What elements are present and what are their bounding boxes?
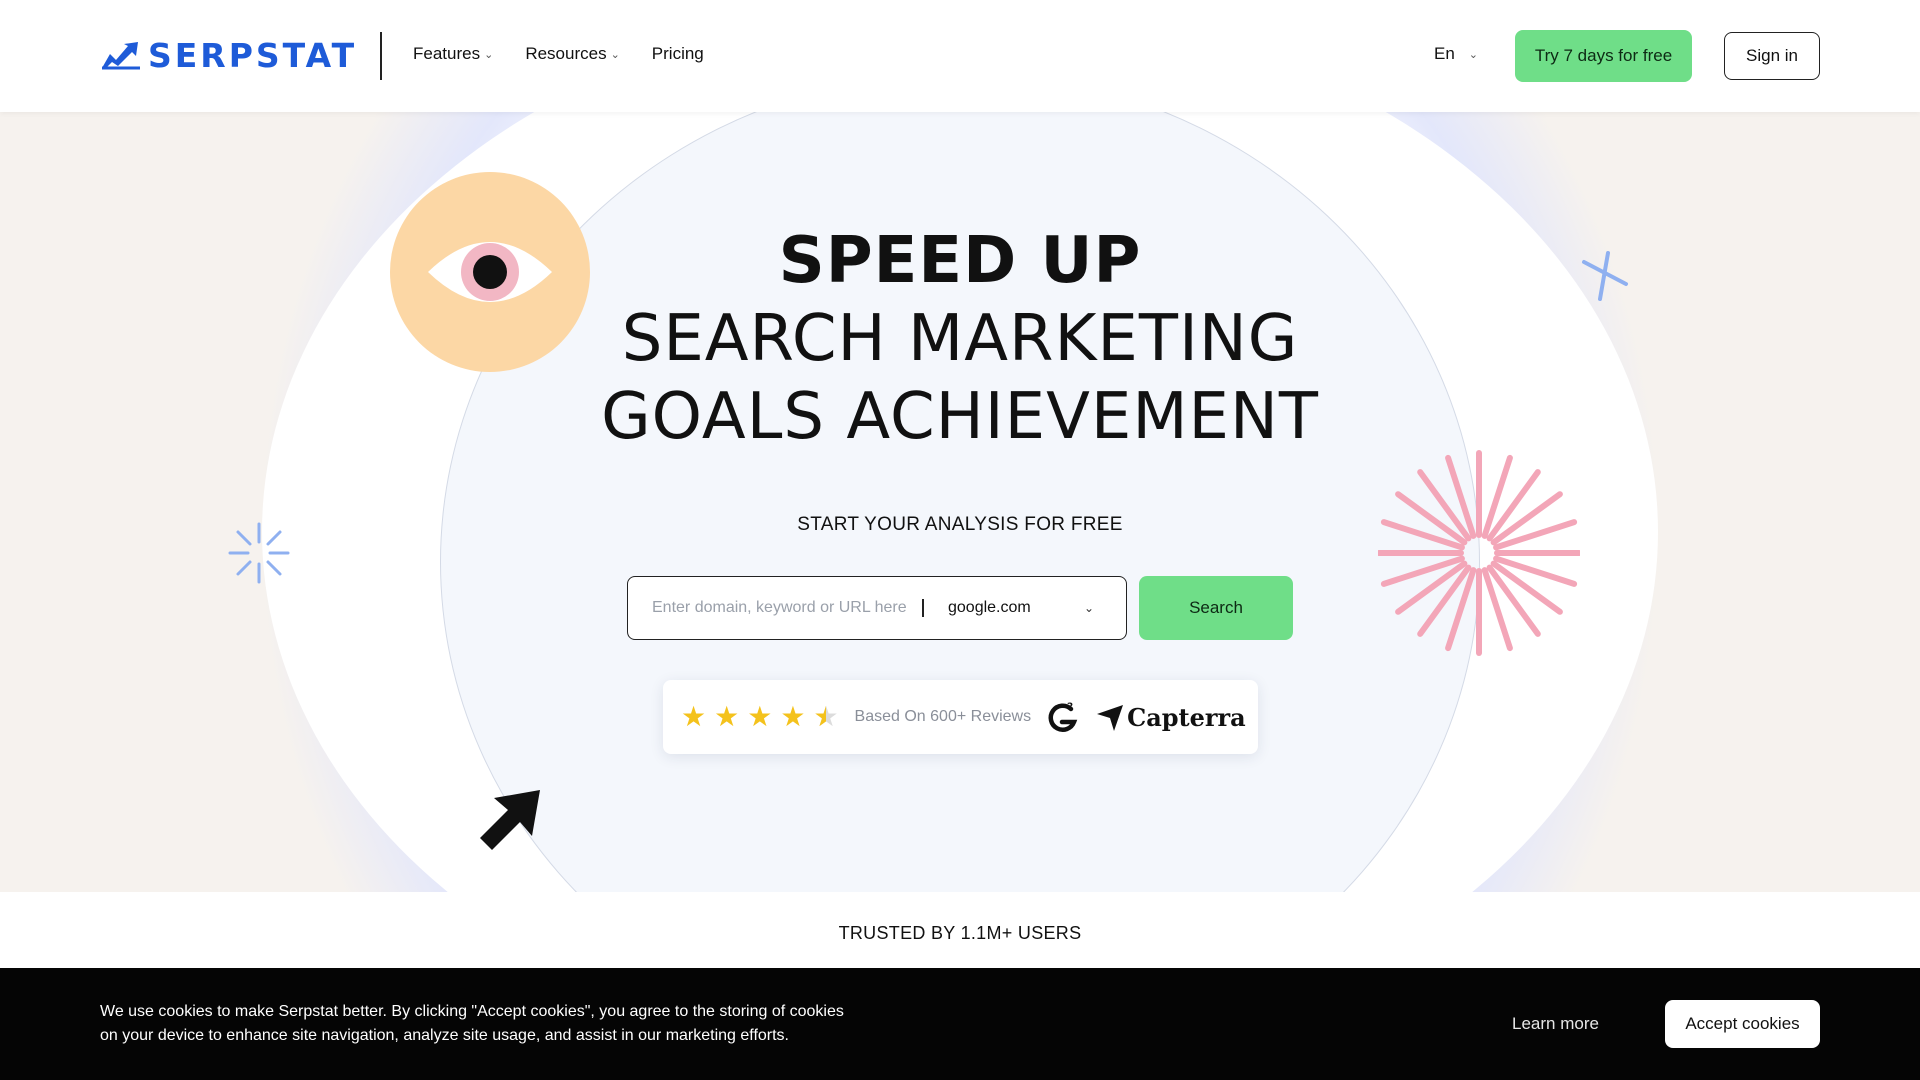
nav-features[interactable]: Features ⌄	[413, 44, 493, 64]
reviews-badge: ★ ★ ★ ★ ★ Based On 600+ Reviews 2 Capter…	[663, 680, 1258, 754]
language-label: En	[1434, 44, 1455, 63]
hero-title: SPEED UP SEARCH MARKETING GOALS ACHIEVEM…	[0, 222, 1920, 456]
cursor-arrow-icon	[480, 790, 540, 850]
logo-mark-icon	[102, 42, 140, 70]
cookie-banner: We use cookies to make Serpstat better. …	[0, 968, 1920, 1080]
capterra-logo-text: Capterra	[1127, 702, 1246, 732]
cookie-message-line2: on your device to enhance site navigatio…	[100, 1027, 789, 1044]
reviews-text: Based On 600+ Reviews	[854, 708, 1032, 725]
g2-logo-icon: 2	[1048, 702, 1078, 732]
search-input[interactable]	[652, 599, 922, 617]
capterra-arrow-icon	[1097, 705, 1124, 731]
star-full-icon: ★	[681, 701, 707, 732]
header-divider	[380, 32, 382, 80]
serpstat-logo[interactable]: SERPSTAT	[100, 35, 358, 75]
language-selector[interactable]: En ⌄	[1434, 44, 1478, 64]
hero-title-line3: GOALS ACHIEVEMENT	[601, 380, 1319, 454]
sign-in-button[interactable]: Sign in	[1724, 32, 1820, 80]
cookie-message-line1: We use cookies to make Serpstat better. …	[100, 1003, 844, 1020]
cookie-message: We use cookies to make Serpstat better. …	[100, 1000, 860, 1048]
hero-title-line2: SEARCH MARKETING	[621, 302, 1299, 376]
star-full-icon: ★	[747, 701, 773, 732]
capterra-logo: Capterra	[1095, 702, 1246, 732]
nav-features-label: Features	[413, 44, 481, 63]
chevron-down-icon: ⌄	[484, 48, 494, 61]
search-form: google.com ⌄	[627, 576, 1127, 640]
accept-cookies-button[interactable]: Accept cookies	[1665, 1000, 1820, 1048]
chevron-down-icon: ⌄	[610, 48, 620, 61]
svg-text:2: 2	[1067, 702, 1073, 712]
main-nav: Features ⌄ Resources ⌄ Pricing	[413, 44, 704, 64]
starburst-pink-icon	[1378, 450, 1580, 656]
search-divider	[922, 599, 924, 617]
star-full-icon: ★	[780, 701, 806, 732]
nav-resources[interactable]: Resources ⌄	[525, 44, 619, 64]
star-full-icon: ★	[714, 701, 740, 732]
nav-resources-label: Resources	[525, 44, 607, 63]
hero-subtitle: START YOUR ANALYSIS FOR FREE	[797, 514, 1123, 535]
search-engine-select[interactable]: google.com	[948, 599, 1084, 617]
site-header: SERPSTAT Features ⌄ Resources ⌄ Pricing …	[0, 0, 1920, 112]
star-half-icon: ★	[813, 703, 838, 732]
chevron-down-icon: ⌄	[1468, 48, 1479, 61]
nav-pricing-label: Pricing	[651, 44, 704, 63]
logo-text: SERPSTAT	[148, 35, 358, 75]
nav-pricing[interactable]: Pricing	[652, 44, 704, 64]
trusted-heading: TRUSTED BY 1.1M+ USERS	[838, 923, 1082, 943]
hero-title-line1: SPEED UP	[778, 224, 1142, 298]
search-button[interactable]: Search	[1139, 576, 1293, 640]
rating-stars: ★ ★ ★ ★ ★	[681, 701, 839, 732]
try-free-button[interactable]: Try 7 days for free	[1515, 30, 1692, 82]
learn-more-link[interactable]: Learn more	[1512, 1014, 1599, 1034]
chevron-down-icon[interactable]: ⌄	[1084, 601, 1094, 615]
